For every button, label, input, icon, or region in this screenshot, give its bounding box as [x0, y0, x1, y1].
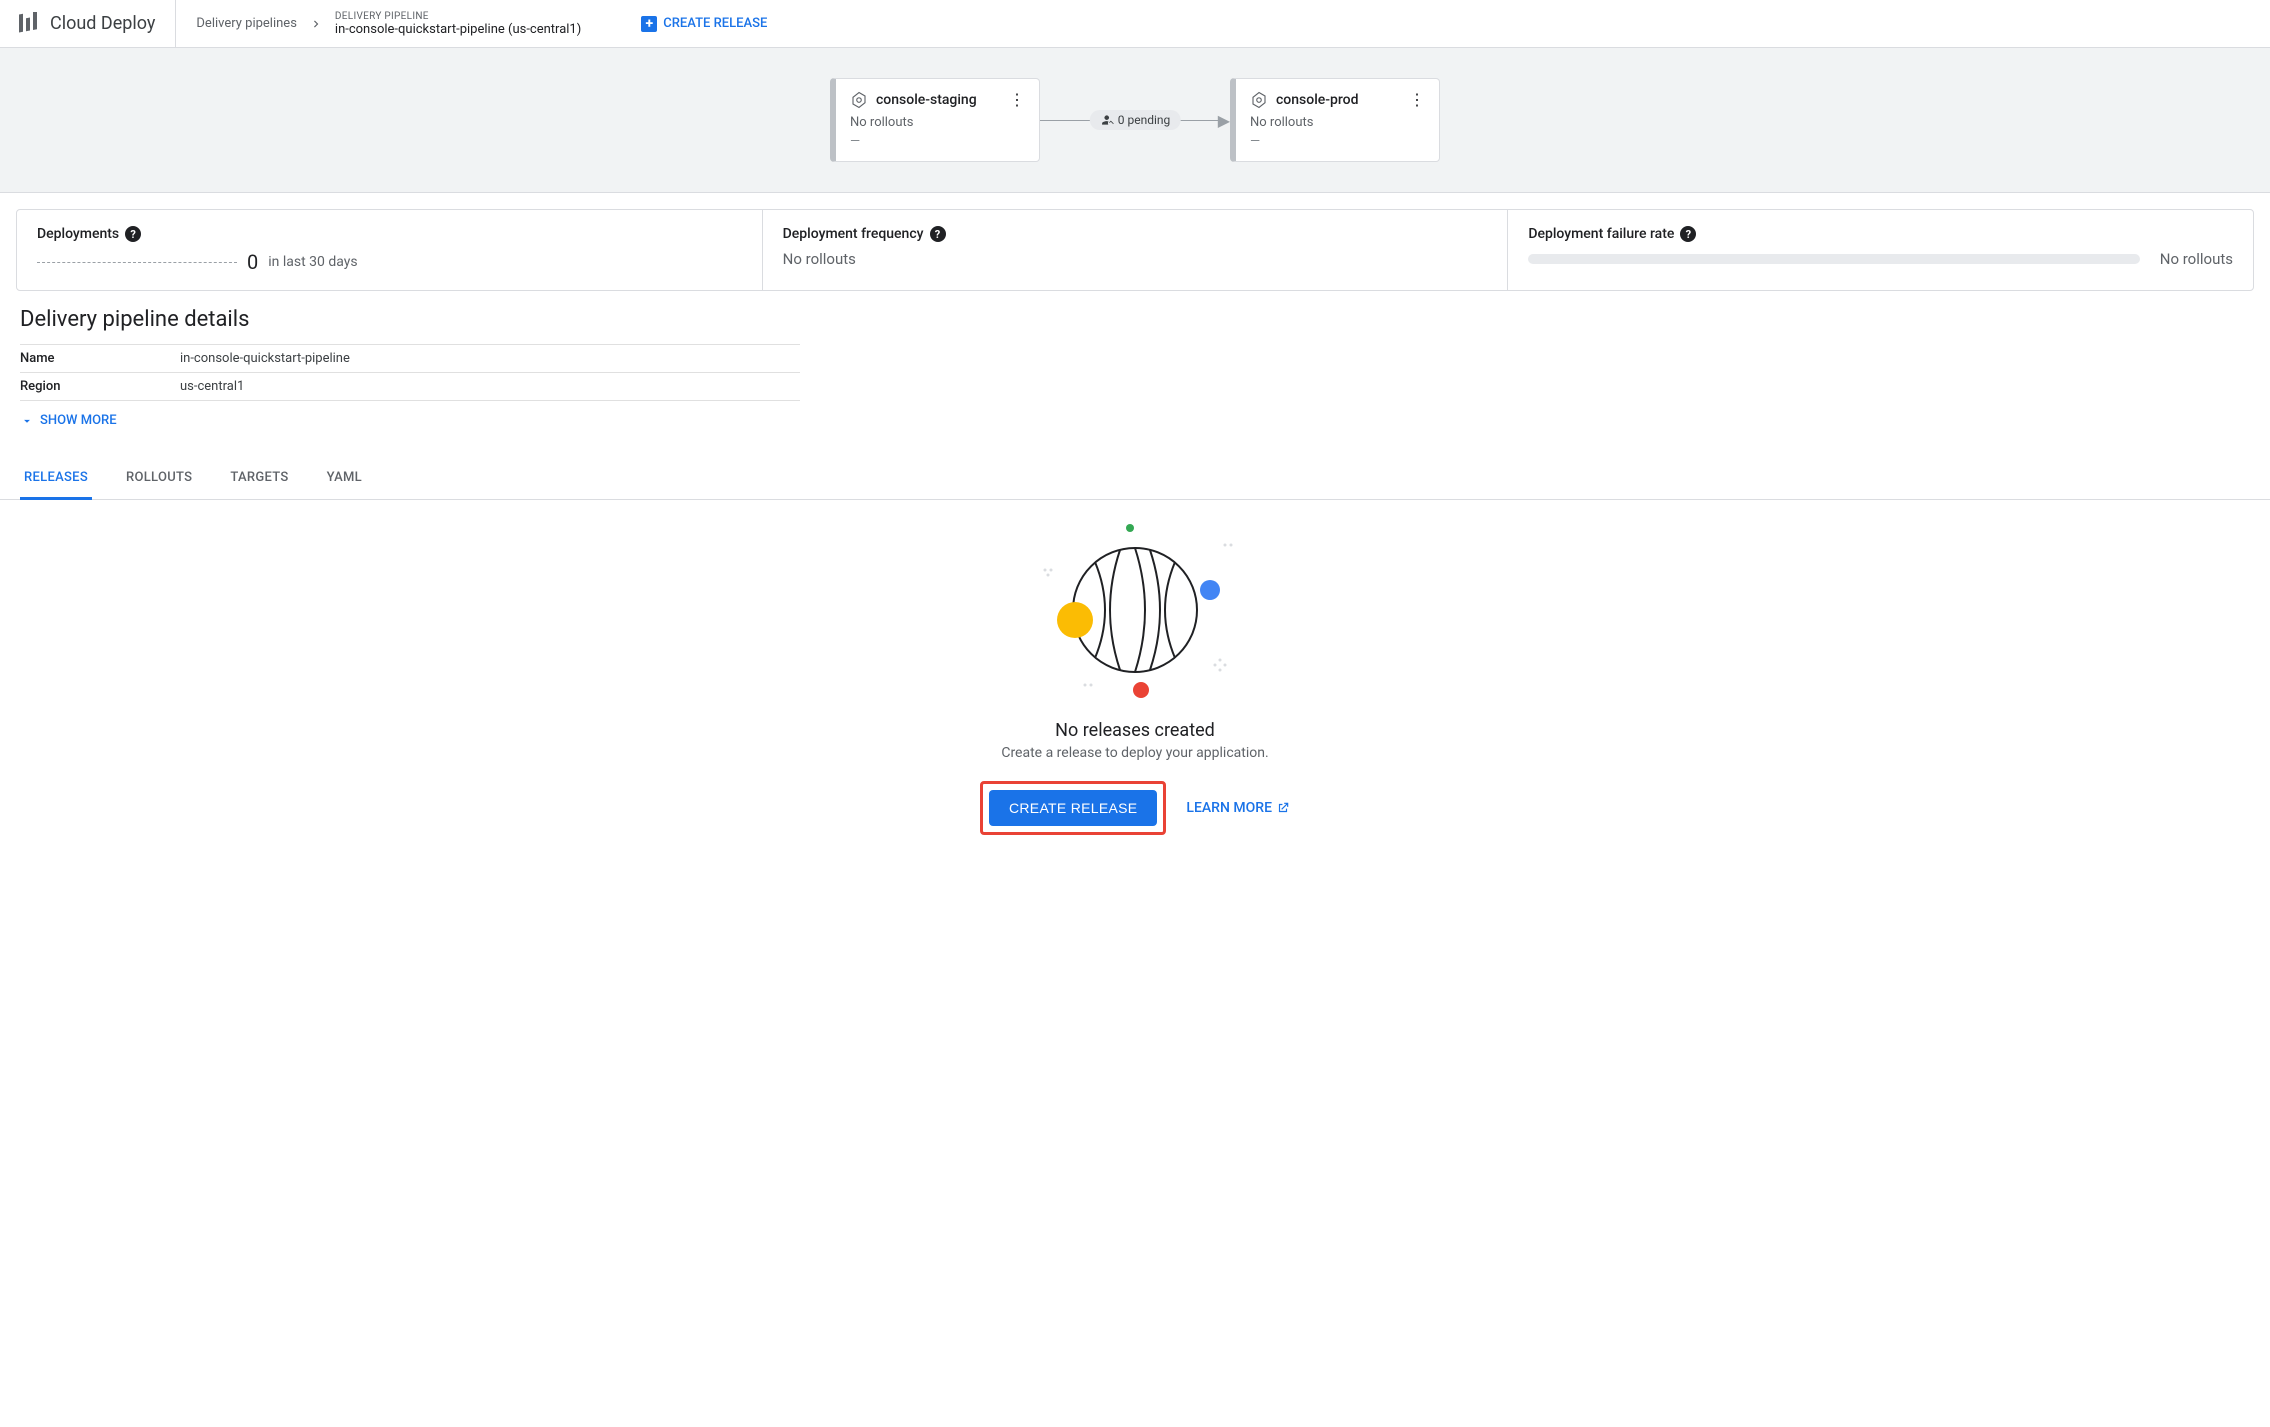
metrics-panel: Deployments ? 0 in last 30 days Deployme…	[16, 209, 2254, 291]
chevron-down-icon	[20, 414, 34, 428]
detail-key: Region	[20, 379, 180, 394]
create-release-top-button[interactable]: + CREATE RELEASE	[641, 16, 767, 32]
pending-badge-text: 0 pending	[1118, 113, 1171, 127]
help-icon[interactable]: ?	[930, 226, 946, 242]
breadcrumb-current: DELIVERY PIPELINE in-console-quickstart-…	[335, 11, 581, 37]
tab-releases[interactable]: RELEASES	[20, 458, 92, 500]
metric-title: Deployment failure rate	[1528, 226, 1674, 242]
metric-frequency: Deployment frequency ? No rollouts	[763, 210, 1509, 290]
more-vert-icon[interactable]: ⋮	[1409, 92, 1425, 108]
highlight-annotation: CREATE RELEASE	[980, 781, 1166, 835]
detail-val: in-console-quickstart-pipeline	[180, 351, 350, 366]
help-icon[interactable]: ?	[1680, 226, 1696, 242]
approval-icon	[1100, 113, 1114, 127]
sparkline-empty	[37, 262, 237, 263]
plus-icon: +	[641, 16, 657, 32]
stage-card-prod[interactable]: console-prod ⋮ No rollouts —	[1230, 78, 1440, 162]
detail-row: Name in-console-quickstart-pipeline	[20, 344, 800, 372]
stage-status: No rollouts	[850, 115, 1025, 130]
tab-targets[interactable]: TARGETS	[226, 458, 292, 499]
external-link-icon	[1276, 801, 1290, 815]
empty-title: No releases created	[1055, 720, 1215, 741]
product-name: Cloud Deploy	[50, 13, 155, 34]
more-vert-icon[interactable]: ⋮	[1009, 92, 1025, 108]
metric-suffix: in last 30 days	[268, 254, 357, 270]
detail-key: Name	[20, 351, 180, 366]
breadcrumb-label: DELIVERY PIPELINE	[335, 11, 581, 22]
metric-title: Deployment frequency	[783, 226, 924, 242]
product-logo: Cloud Deploy	[16, 0, 176, 47]
detail-row: Region us-central1	[20, 372, 800, 401]
stage-card-staging[interactable]: console-staging ⋮ No rollouts —	[830, 78, 1040, 162]
breadcrumb-value: in-console-quickstart-pipeline (us-centr…	[335, 22, 581, 37]
show-more-label: SHOW MORE	[40, 413, 117, 428]
show-more-button[interactable]: SHOW MORE	[20, 413, 2250, 428]
page-header: Cloud Deploy Delivery pipelines DELIVERY…	[0, 0, 2270, 48]
target-icon	[1250, 91, 1268, 109]
cloud-deploy-icon	[16, 12, 40, 36]
empty-state: No releases created Create a release to …	[0, 500, 2270, 875]
pipeline-details: Delivery pipeline details Name in-consol…	[0, 307, 2270, 438]
breadcrumb-parent[interactable]: Delivery pipelines	[196, 16, 297, 31]
stage-status: No rollouts	[1250, 115, 1425, 130]
stage-dash: —	[850, 134, 1025, 149]
detail-val: us-central1	[180, 379, 244, 394]
empty-illustration	[1025, 520, 1245, 700]
metric-title: Deployments	[37, 226, 119, 242]
details-heading: Delivery pipeline details	[20, 307, 2250, 332]
tabs: RELEASES ROLLOUTS TARGETS YAML	[0, 458, 2270, 500]
learn-more-label: LEARN MORE	[1186, 800, 1272, 816]
breadcrumb: Delivery pipelines DELIVERY PIPELINE in-…	[176, 0, 601, 47]
failure-bar-empty	[1528, 254, 2139, 264]
empty-subtitle: Create a release to deploy your applicat…	[1001, 745, 1268, 761]
metric-deployments: Deployments ? 0 in last 30 days	[17, 210, 763, 290]
stage-connector: ▶ 0 pending	[1040, 111, 1230, 130]
arrow-right-icon: ▶	[1218, 111, 1230, 130]
metric-value: No rollouts	[2160, 250, 2233, 268]
tab-rollouts[interactable]: ROLLOUTS	[122, 458, 196, 499]
metric-value: No rollouts	[783, 250, 1488, 268]
pipeline-graph: console-staging ⋮ No rollouts — ▶ 0 pend…	[0, 48, 2270, 193]
metric-count: 0	[247, 250, 258, 274]
help-icon[interactable]: ?	[125, 226, 141, 242]
metric-failure-rate: Deployment failure rate ? No rollouts	[1508, 210, 2253, 290]
chevron-right-icon	[309, 17, 323, 31]
create-release-top-label: CREATE RELEASE	[663, 16, 767, 31]
tab-yaml[interactable]: YAML	[323, 458, 366, 499]
create-release-button[interactable]: CREATE RELEASE	[989, 790, 1157, 826]
pending-badge[interactable]: 0 pending	[1090, 110, 1181, 130]
stage-name: console-prod	[1276, 92, 1401, 108]
learn-more-link[interactable]: LEARN MORE	[1186, 800, 1290, 816]
stage-name: console-staging	[876, 92, 1001, 108]
stage-dash: —	[1250, 134, 1425, 149]
target-icon	[850, 91, 868, 109]
